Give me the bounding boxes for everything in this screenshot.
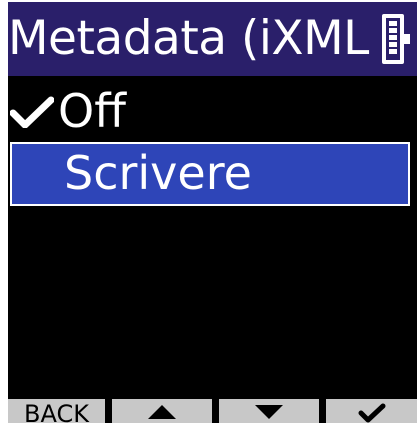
menu-item-off[interactable]: Off	[8, 80, 417, 142]
confirm-button[interactable]	[326, 399, 417, 423]
lcd-display: Metadata (iXML Off Scrivere BACK	[8, 2, 417, 423]
title-bar: Metadata (iXML	[8, 2, 417, 76]
check-icon	[10, 96, 54, 128]
down-button[interactable]	[219, 399, 319, 423]
footer-bar: BACK	[8, 399, 417, 423]
check-icon	[358, 403, 385, 423]
back-label: BACK	[24, 400, 89, 423]
triangle-down-icon	[255, 405, 283, 419]
battery-icon	[382, 14, 410, 64]
menu-item-write[interactable]: Scrivere	[10, 142, 410, 206]
triangle-up-icon	[148, 405, 176, 419]
up-button[interactable]	[112, 399, 212, 423]
device-screen: Metadata (iXML Off Scrivere BACK	[0, 0, 418, 423]
menu-item-label: Off	[58, 84, 126, 138]
back-button[interactable]: BACK	[8, 399, 105, 423]
menu-item-label: Scrivere	[64, 146, 252, 200]
page-title: Metadata (iXML	[8, 11, 369, 66]
